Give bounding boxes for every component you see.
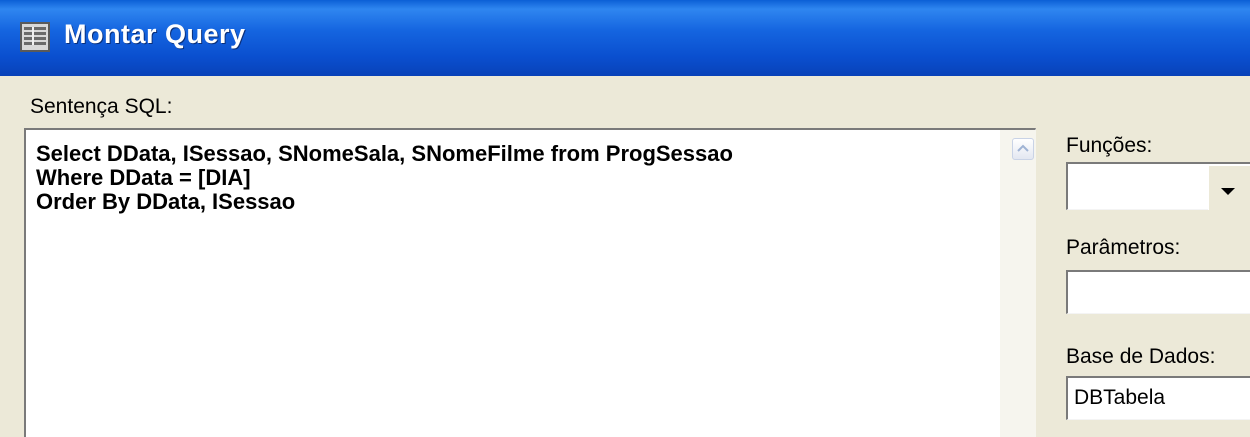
sql-editor[interactable]: Select DData, ISessao, SNomeSala, SNomeF… (24, 128, 1036, 437)
window-app-icon[interactable] (18, 20, 52, 54)
parametros-label: Parâmetros: (1066, 236, 1181, 259)
scroll-up-button[interactable] (1012, 138, 1034, 160)
base-de-dados-label: Base de Dados: (1066, 345, 1216, 368)
chevron-down-icon (1221, 188, 1235, 195)
funcoes-dropdown-button[interactable] (1208, 166, 1250, 210)
sql-scrollbar[interactable] (1000, 130, 1036, 437)
funcoes-select[interactable] (1066, 162, 1250, 210)
scroll-up-icon (1017, 144, 1029, 152)
base-de-dados-value: DBTabela (1074, 386, 1166, 409)
parametros-input[interactable] (1066, 270, 1250, 314)
window-title: Montar Query (64, 19, 246, 49)
title-bar[interactable]: Montar Query (0, 0, 1250, 76)
sql-text[interactable]: Select DData, ISessao, SNomeSala, SNomeF… (36, 142, 733, 214)
base-de-dados-input[interactable]: DBTabela (1066, 376, 1250, 420)
sql-label: Sentença SQL: (30, 95, 173, 118)
query-builder-window: Montar Query Sentença SQL: Select DData,… (0, 0, 1250, 437)
funcoes-label: Funções: (1066, 134, 1153, 157)
